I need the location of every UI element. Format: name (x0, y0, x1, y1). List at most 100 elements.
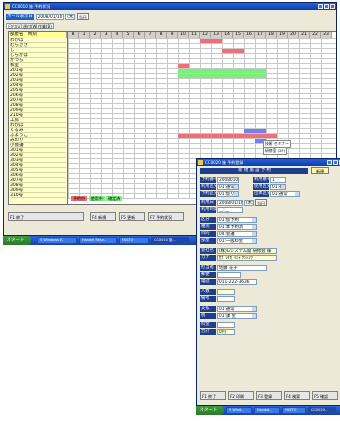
schedule-titlebar[interactable]: CC0010 施 予約状況 (4, 3, 336, 10)
form-field-tel-value[interactable]: 011-222-3636 (217, 279, 257, 285)
grid-hline (68, 43, 336, 44)
form-field-type-value[interactable]: 01:通常 (217, 184, 239, 190)
minimize-icon-2[interactable] (327, 160, 332, 165)
form-label-group-label: 団体区分 (253, 191, 269, 197)
event-text-2: 研修室 (2F) (263, 147, 288, 155)
form-field-value: 01:通常 (219, 185, 235, 190)
form-field-f1-value[interactable]: 01:仮予約 (217, 217, 257, 223)
chevron-down-icon[interactable] (252, 218, 256, 222)
form-field-people-value[interactable] (217, 289, 235, 295)
grid-hline (68, 93, 336, 94)
taskbar2-item-explorer[interactable]: 5 Wind.. (226, 407, 252, 414)
form-field-value: 01:一般料金 (219, 239, 244, 244)
event-label-2: 研修室 (2F) (265, 148, 286, 153)
front-fkey-f1[interactable]: F1 終了 (200, 391, 226, 400)
reservation-bar[interactable] (244, 129, 266, 133)
form-field-pay-value[interactable]: 01:通常 (217, 306, 257, 312)
form-field-fee-value[interactable] (217, 322, 235, 328)
front-fkey-f3[interactable]: F3 登録 (256, 391, 282, 400)
taskbar-item-fksto[interactable]: FKSTO (119, 237, 149, 244)
front-fkey-f4[interactable]: F4 検索 (284, 391, 310, 400)
form-field-memo-value[interactable] (217, 296, 235, 302)
reservation-bar[interactable] (178, 134, 277, 138)
maximize-icon-2[interactable] (333, 160, 338, 165)
fkey-f5[interactable]: F5 更新 (119, 212, 145, 221)
taskbar-item-explorer[interactable]: 5 Windows E.. (37, 237, 77, 244)
form-field-zip-value[interactable] (217, 272, 241, 278)
reservation-bar[interactable] (200, 39, 222, 43)
chevron-down-icon[interactable] (281, 185, 285, 189)
form-field-value: 01:通常 (219, 307, 235, 312)
room-row-label[interactable]: 310号 (10, 193, 66, 198)
taskbar-item-schedule[interactable]: CC0010 施... (151, 237, 189, 244)
form-label-time-label: 利用時間 (200, 207, 216, 213)
form-field-tax-value[interactable]: 01:課 金 (217, 313, 257, 319)
start-button-2[interactable]: スタート (196, 406, 224, 415)
form-field-contact-value[interactable]: 佐藤 花子 (217, 265, 267, 271)
form-field-kana-value[interactable]: ｶﾌﾞｼｷｶﾞｲｼｬ ｹﾝｼｭｳ (217, 255, 277, 261)
fkey-f4[interactable]: F4 新規 (90, 212, 116, 221)
maximize-icon[interactable] (324, 4, 329, 9)
reservation-bar[interactable] (178, 64, 189, 68)
form-field-value: (株)Gシステム開 研修会 様 (219, 249, 272, 254)
form-field-total-value[interactable]: 0円 (217, 329, 235, 335)
form-field-date-value[interactable]: 2008/01/10 (217, 200, 243, 206)
chevron-down-icon[interactable] (252, 232, 256, 236)
new-button[interactable]: 新規 (311, 167, 329, 174)
chevron-down-icon[interactable] (295, 192, 299, 196)
today-button[interactable]: 当日 (76, 13, 89, 20)
taskbar-front: スタート 5 Wind.. Handel.. FKSTO CC0020.. (196, 406, 340, 415)
taskbar2-item-handel[interactable]: Handel.. (254, 407, 280, 414)
reservation-bar[interactable] (222, 49, 244, 53)
front-fkey-f5[interactable]: F5 確認 (312, 391, 338, 400)
form-label-pay-label: 支払 (200, 306, 216, 312)
form-field-kind-value[interactable]: 01:仮り (217, 191, 239, 197)
form-field-f2-value[interactable]: 01:本予約済 (217, 224, 257, 230)
taskbar-item-handel[interactable]: Handel Rese.. (79, 237, 117, 244)
grid-hline (68, 103, 336, 104)
form-field-value: 01:通常 (272, 192, 288, 197)
form-field-time-value[interactable]: __:__ (217, 207, 243, 213)
form-field-seq-value[interactable]: 1 (270, 177, 286, 183)
form-field-value: 01:課 金 (219, 314, 236, 319)
form-field-company-value[interactable]: (株)Gシステム開 研修会 様 (217, 248, 277, 254)
taskbar2-item-reservation[interactable]: CC0020.. (308, 407, 336, 414)
form-field-f3-value[interactable]: 04:会議 (217, 231, 257, 237)
chevron-down-icon[interactable] (252, 314, 256, 318)
form-today-button[interactable]: 当日 (255, 199, 267, 206)
fkey-f1[interactable]: F1 終了 (8, 212, 84, 221)
reservation-titlebar[interactable]: CC0020 施 予約登録 (197, 159, 340, 166)
chevron-down-icon[interactable] (234, 192, 238, 196)
chevron-down-icon[interactable] (252, 225, 256, 229)
form-label-reserve-no-label: 予約番号 (200, 177, 216, 183)
form-field-status-value[interactable]: 01:有料 (270, 184, 286, 190)
legend-in-use: 使用中 (88, 196, 105, 201)
date-input[interactable]: 2008/01/10 (35, 14, 64, 20)
reservation-bar[interactable] (178, 74, 266, 78)
minimize-icon[interactable] (318, 4, 323, 9)
form-field-value: 01:本予約済 (219, 225, 244, 230)
front-fkey-f2[interactable]: F2 印刷 (228, 391, 254, 400)
fkey-f7[interactable]: F7 予約状況 (148, 212, 184, 221)
form-field-reserve-no[interactable]: 2008010 (217, 177, 239, 183)
grid-hline (68, 63, 336, 64)
chevron-down-icon[interactable] (234, 185, 238, 189)
reservation-bar[interactable] (178, 69, 266, 73)
start-button[interactable]: スタート (3, 236, 31, 245)
form-field-group-value[interactable]: 01:通常 (270, 191, 300, 197)
form-field-f4-value[interactable]: 01:一般料金 (217, 238, 257, 244)
form-label-fee-label: 料金 (200, 322, 216, 328)
chevron-down-icon[interactable] (252, 239, 256, 243)
form-label-type-label: 利用区分 (200, 184, 216, 190)
form-field-value: ｶﾌﾞｼｷｶﾞｲｼｬ ｹﾝｼｭｳ (219, 256, 253, 261)
grid-hline (68, 58, 336, 59)
room-name-column: 部屋名 時刻 わかば むらさきししらかば かつら 和室 201号 202号 203号 204号… (9, 32, 68, 204)
event-label: 技術 セミナー (265, 141, 289, 146)
tab-work[interactable]: 作業(B) (36, 23, 54, 29)
taskbar2-item-fksto[interactable]: FKSTO (282, 407, 306, 414)
form-label-f4-label: 部屋 (200, 238, 216, 244)
reservation-title: CC0020 施 予約登録 (205, 160, 244, 165)
close-icon[interactable] (330, 4, 335, 9)
chevron-down-icon[interactable] (252, 307, 256, 311)
form-label-people-label: 人数 (200, 289, 216, 295)
